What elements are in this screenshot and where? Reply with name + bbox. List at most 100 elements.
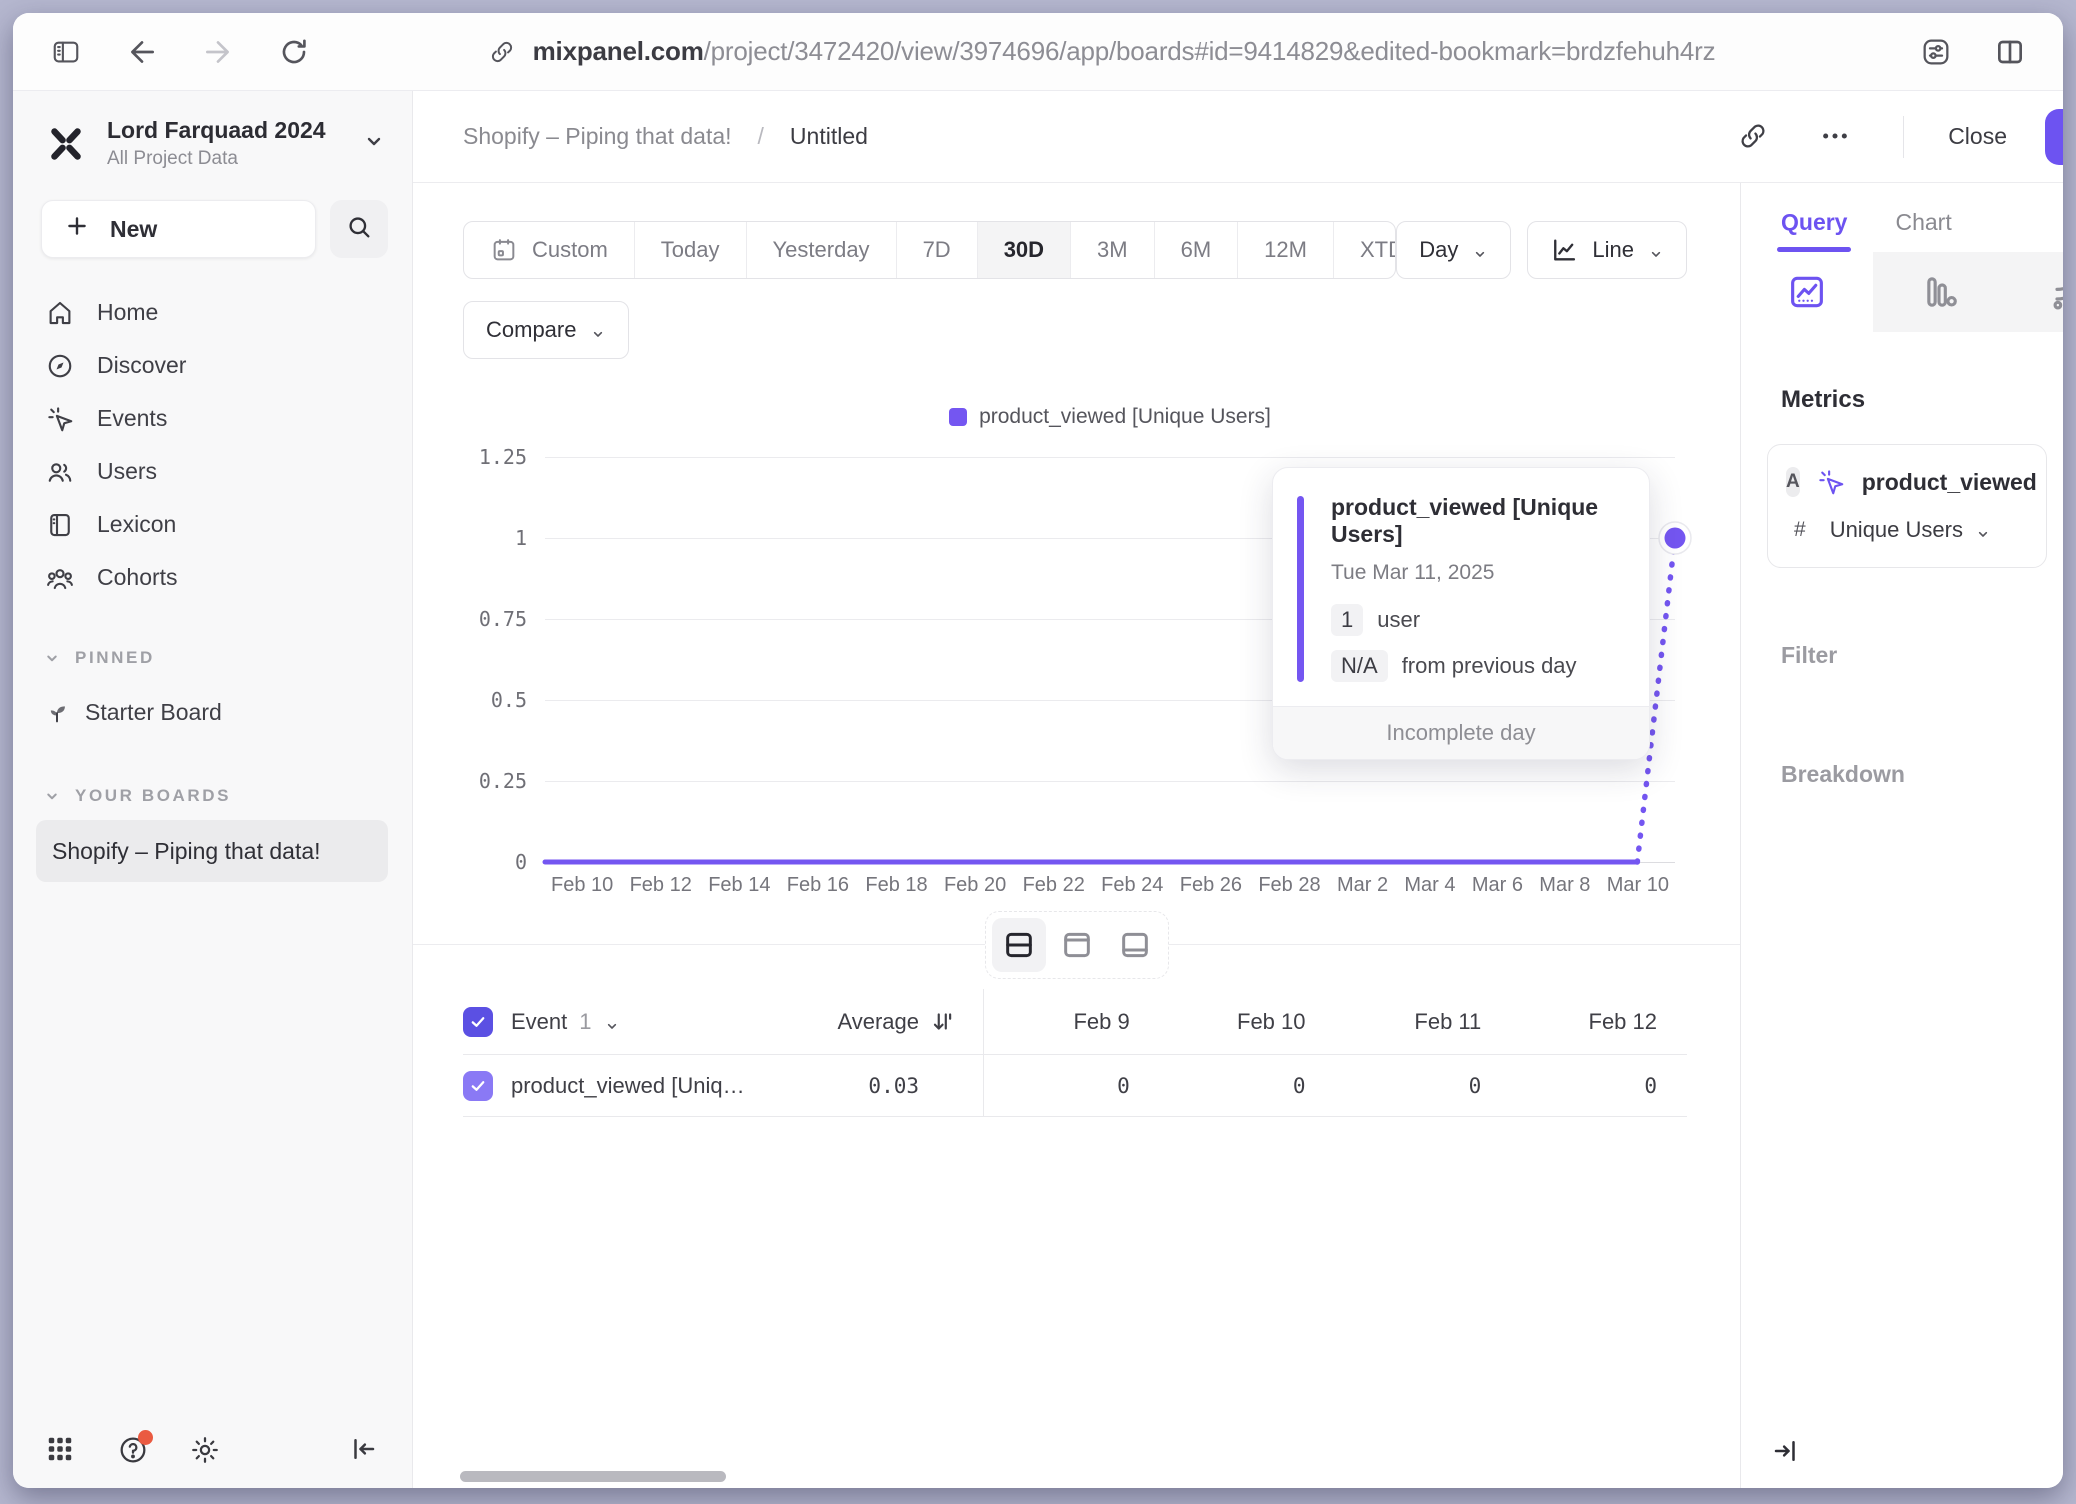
x-tick-label: Feb 24 [1101,874,1163,904]
settings-gear-icon[interactable] [189,1434,221,1466]
layout-toggle-group [985,911,1169,979]
sidebar-toggle-icon[interactable] [49,35,83,69]
board-header: Shopify – Piping that data! / Untitled C… [413,91,2063,183]
average-column-header[interactable]: Average [837,1009,919,1035]
sort-icon[interactable] [929,1009,955,1035]
sidebar-item-board-shopify[interactable]: Shopify – Piping that data! [36,820,388,882]
project-scope: All Project Data [107,148,326,170]
split-view-icon[interactable] [1993,35,2027,69]
table-row[interactable]: product_viewed [Uniq… 0.03 0 0 0 0 [463,1055,1687,1117]
layout-split-button[interactable] [992,918,1046,972]
chart-type-dropdown[interactable]: Line [1527,221,1687,279]
breadcrumb-separator: / [758,123,764,150]
tab-chart[interactable]: Chart [1895,209,1951,252]
copy-link-icon[interactable] [1737,120,1771,154]
forward-icon[interactable] [201,35,235,69]
sidebar-item-label: Users [97,458,157,485]
tooltip-footer: Incomplete day [1273,706,1649,759]
sidebar-item-label: Lexicon [97,511,176,538]
range-12m[interactable]: 12M [1238,222,1334,278]
range-xtd[interactable]: XTD [1334,222,1396,278]
row-cell-value: 0 [1511,1074,1687,1098]
sidebar-item-starter-board[interactable]: Starter Board [13,682,412,742]
sidebar-item-discover[interactable]: Discover [13,339,412,392]
tooltip-value: 1 [1331,604,1363,636]
your-boards-section-header[interactable]: YOUR BOARDS [13,786,412,806]
compare-dropdown[interactable]: Compare [463,301,629,359]
chevron-down-icon [590,322,606,338]
event-column-header[interactable]: Event [511,1009,567,1035]
back-icon[interactable] [125,35,159,69]
browser-window: mixpanel.com/project/3472420/view/397469… [13,13,2063,1488]
select-all-checkbox[interactable] [463,1007,493,1037]
expand-panel-icon[interactable] [1771,1436,1801,1466]
project-switcher[interactable]: Lord Farquaad 2024 All Project Data [13,117,412,170]
extensions-icon[interactable] [1919,35,1953,69]
flows-tile-button[interactable] [2005,252,2063,332]
y-tick-label: 0 [441,850,527,874]
range-yesterday[interactable]: Yesterday [747,222,897,278]
tab-query[interactable]: Query [1781,209,1847,252]
calendar-icon [490,236,518,264]
date-columns: Feb 9 Feb 10 Feb 11 Feb 12 [983,989,1687,1054]
breakdown-section-title[interactable]: Breakdown [1781,761,2063,788]
breadcrumb-board[interactable]: Shopify – Piping that data! [463,123,732,150]
sidebar-item-label: Cohorts [97,564,178,591]
chevron-down-icon [43,787,61,805]
x-axis: Feb 10 Feb 12 Feb 14 Feb 16 Feb 18 Feb 2… [545,874,1675,904]
date-column-header[interactable]: Feb 12 [1511,1009,1687,1035]
sidebar-item-cohorts[interactable]: Cohorts [13,551,412,604]
x-tick-label: Feb 10 [551,874,613,904]
range-7d[interactable]: 7D [897,222,978,278]
filter-section-title[interactable]: Filter [1781,642,2063,669]
tooltip-date: Tue Mar 11, 2025 [1331,561,1623,585]
event-cursor-icon [45,404,75,434]
search-button[interactable] [330,200,388,258]
pinned-section-header[interactable]: PINNED [13,648,412,668]
sidebar-item-lexicon[interactable]: Lexicon [13,498,412,551]
save-button-partial[interactable] [2045,109,2063,165]
cohorts-icon [45,563,75,593]
help-icon[interactable] [117,1434,149,1466]
sidebar-item-users[interactable]: Users [13,445,412,498]
date-column-header[interactable]: Feb 11 [1336,1009,1512,1035]
reload-icon[interactable] [277,35,311,69]
more-options-icon[interactable] [1819,120,1853,154]
event-cursor-icon [1816,467,1846,497]
browser-toolbar: mixpanel.com/project/3472420/view/397469… [13,13,2063,91]
link-icon [485,35,519,69]
new-button[interactable]: New [41,200,316,258]
range-6m[interactable]: 6M [1155,222,1239,278]
line-chart-plot: 1.25 1 0.75 0.5 0.25 0 [545,457,1675,862]
breadcrumb-page[interactable]: Untitled [790,123,868,150]
close-button[interactable]: Close [1948,123,2007,150]
granularity-dropdown[interactable]: Day [1396,221,1511,279]
range-30d-active[interactable]: 30D [978,222,1071,278]
date-column-header[interactable]: Feb 10 [1160,1009,1336,1035]
collapse-sidebar-icon[interactable] [348,1434,380,1466]
horizontal-scrollbar-thumb[interactable] [460,1471,726,1482]
range-custom[interactable]: Custom [464,222,635,278]
y-tick-label: 0.25 [441,769,527,793]
aggregation-dropdown[interactable]: Unique Users [1830,517,1991,543]
funnels-tile-button[interactable] [1873,252,2005,332]
x-tick-label: Feb 22 [1023,874,1085,904]
chevron-down-icon [1472,242,1488,258]
insights-tile-button[interactable] [1741,252,1873,332]
sidebar-item-events[interactable]: Events [13,392,412,445]
url-bar[interactable]: mixpanel.com/project/3472420/view/397469… [311,35,1889,69]
sidebar-item-home[interactable]: Home [13,286,412,339]
users-icon [45,457,75,487]
range-today[interactable]: Today [635,222,747,278]
date-column-header[interactable]: Feb 9 [984,1009,1160,1035]
sidebar-item-label: Home [97,299,158,326]
series-endpoint-dot[interactable] [1665,528,1686,549]
line-chart-icon [1550,236,1578,264]
range-3m[interactable]: 3M [1071,222,1155,278]
layout-chart-top-button[interactable] [1050,918,1104,972]
metric-card[interactable]: A product_viewed # Unique Users [1767,444,2047,568]
chart-legend: product_viewed [Unique Users] [545,405,1675,429]
layout-chart-bottom-button[interactable] [1108,918,1162,972]
row-checkbox[interactable] [463,1071,493,1101]
apps-grid-icon[interactable] [45,1434,77,1466]
